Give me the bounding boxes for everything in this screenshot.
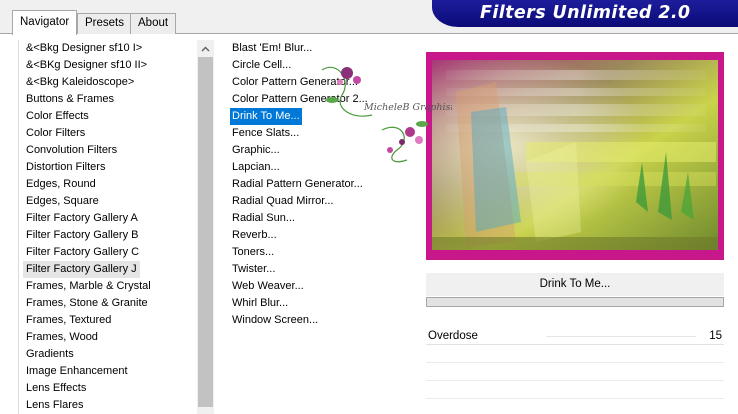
filter-item[interactable]: Whirl Blur... [230, 295, 290, 312]
progress-bar [426, 297, 724, 307]
category-item[interactable]: Filter Factory Gallery C [23, 244, 142, 261]
param-row-empty [426, 364, 724, 381]
filter-item[interactable]: Reverb... [230, 227, 279, 244]
filter-name-button[interactable]: Drink To Me... [426, 273, 724, 296]
category-item[interactable]: Lens Effects [23, 380, 89, 397]
param-row-empty [426, 400, 724, 414]
filter-item[interactable]: Blast 'Em! Blur... [230, 40, 314, 57]
category-item[interactable]: Gradients [23, 346, 77, 363]
filter-item[interactable]: Radial Quad Mirror... [230, 193, 335, 210]
banner-title: Filters Unlimited 2.0 [480, 3, 691, 23]
filter-item[interactable]: Lapcian... [230, 159, 282, 176]
category-item[interactable]: Image Enhancement [23, 363, 131, 380]
category-item[interactable]: &<BKg Designer sf10 II> [23, 57, 150, 74]
filter-item[interactable]: Toners... [230, 244, 276, 261]
category-item[interactable]: Edges, Square [23, 193, 102, 210]
param-row-empty [426, 382, 724, 399]
category-scrollbar[interactable] [197, 40, 214, 414]
category-item[interactable]: &<Bkg Kaleidoscope> [23, 74, 137, 91]
category-item[interactable]: Frames, Stone & Granite [23, 295, 151, 312]
category-item[interactable]: Convolution Filters [23, 142, 120, 159]
category-item[interactable]: Filter Factory Gallery B [23, 227, 141, 244]
scroll-up-button[interactable] [197, 40, 214, 57]
filter-item[interactable]: Color Pattern Generator... [230, 74, 360, 91]
filter-item[interactable]: Window Screen... [230, 312, 320, 329]
category-item[interactable]: Frames, Textured [23, 312, 114, 329]
category-item[interactable]: &<Bkg Designer sf10 I> [23, 40, 145, 57]
filter-item[interactable]: Drink To Me... [230, 108, 302, 125]
category-item[interactable]: Color Filters [23, 125, 88, 142]
category-item[interactable]: Frames, Marble & Crystal [23, 278, 154, 295]
filter-item[interactable]: Fence Slats... [230, 125, 301, 142]
chevron-up-icon [201, 46, 210, 51]
preview-image [426, 52, 724, 260]
param-row-overdose[interactable]: Overdose 15 [426, 328, 724, 345]
param-row-empty [426, 346, 724, 363]
param-label: Overdose [428, 330, 478, 342]
category-item[interactable]: Frames, Wood [23, 329, 101, 346]
category-item[interactable]: Buttons & Frames [23, 91, 117, 108]
filter-item[interactable]: Circle Cell... [230, 57, 293, 74]
category-item[interactable]: Filter Factory Gallery A [23, 210, 141, 227]
category-item[interactable]: Distortion Filters [23, 159, 108, 176]
category-item[interactable]: Lens Flares [23, 397, 86, 414]
param-slider-track[interactable] [546, 336, 696, 337]
category-item[interactable]: Edges, Round [23, 176, 99, 193]
filter-item[interactable]: Graphic... [230, 142, 282, 159]
category-list[interactable]: &<Bkg Designer sf10 I> &<BKg Designer sf1… [18, 40, 197, 414]
filter-item[interactable]: Twister... [230, 261, 277, 278]
category-item[interactable]: Color Effects [23, 108, 92, 125]
filter-list[interactable]: Blast 'Em! Blur... Circle Cell... Color Pa… [222, 40, 418, 414]
filter-item[interactable]: Web Weaver... [230, 278, 306, 295]
scroll-thumb[interactable] [198, 57, 213, 407]
param-value: 15 [709, 330, 722, 342]
filter-item[interactable]: Radial Pattern Generator... [230, 176, 365, 193]
tab-navigator[interactable]: Navigator [12, 10, 78, 35]
tab-about[interactable]: About [130, 13, 177, 34]
tab-presets[interactable]: Presets [77, 13, 132, 34]
category-item[interactable]: Filter Factory Gallery J [23, 261, 140, 278]
filter-item[interactable]: Color Pattern Generator 2... [230, 91, 370, 108]
filter-item[interactable]: Radial Sun... [230, 210, 297, 227]
